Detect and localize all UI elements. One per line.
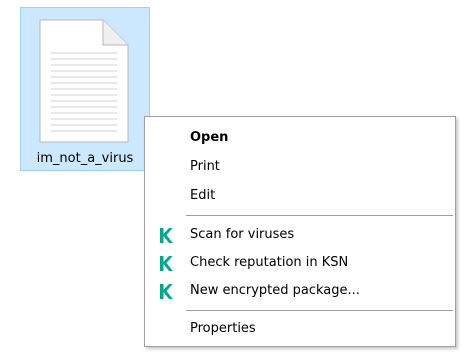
menu-item-label: New encrypted package... <box>190 283 360 298</box>
menu-item-properties[interactable]: Properties <box>146 315 454 343</box>
menu-separator <box>186 215 453 216</box>
context-menu: Open Print Edit Scan for viruses Check r… <box>144 116 456 347</box>
kaspersky-k-icon <box>160 284 173 299</box>
file-item[interactable]: im_not_a_virus <box>20 7 150 171</box>
kaspersky-k-icon <box>160 256 173 271</box>
menu-item-label: Check reputation in KSN <box>190 255 349 270</box>
menu-item-print[interactable]: Print <box>146 153 454 181</box>
menu-item-label: Open <box>190 130 229 145</box>
menu-item-label: Print <box>190 159 220 174</box>
menu-item-check-reputation-ksn[interactable]: Check reputation in KSN <box>146 249 454 277</box>
text-document-icon <box>39 19 129 143</box>
menu-item-open[interactable]: Open <box>146 124 454 152</box>
kaspersky-k-icon <box>160 228 173 243</box>
menu-separator <box>186 310 453 311</box>
menu-item-label: Properties <box>190 321 256 336</box>
menu-item-label: Scan for viruses <box>190 227 295 242</box>
menu-item-new-encrypted-package[interactable]: New encrypted package... <box>146 277 454 305</box>
menu-item-scan-for-viruses[interactable]: Scan for viruses <box>146 221 454 249</box>
file-name-label: im_not_a_virus <box>36 151 134 166</box>
menu-item-label: Edit <box>190 188 216 203</box>
menu-item-edit[interactable]: Edit <box>146 182 454 210</box>
